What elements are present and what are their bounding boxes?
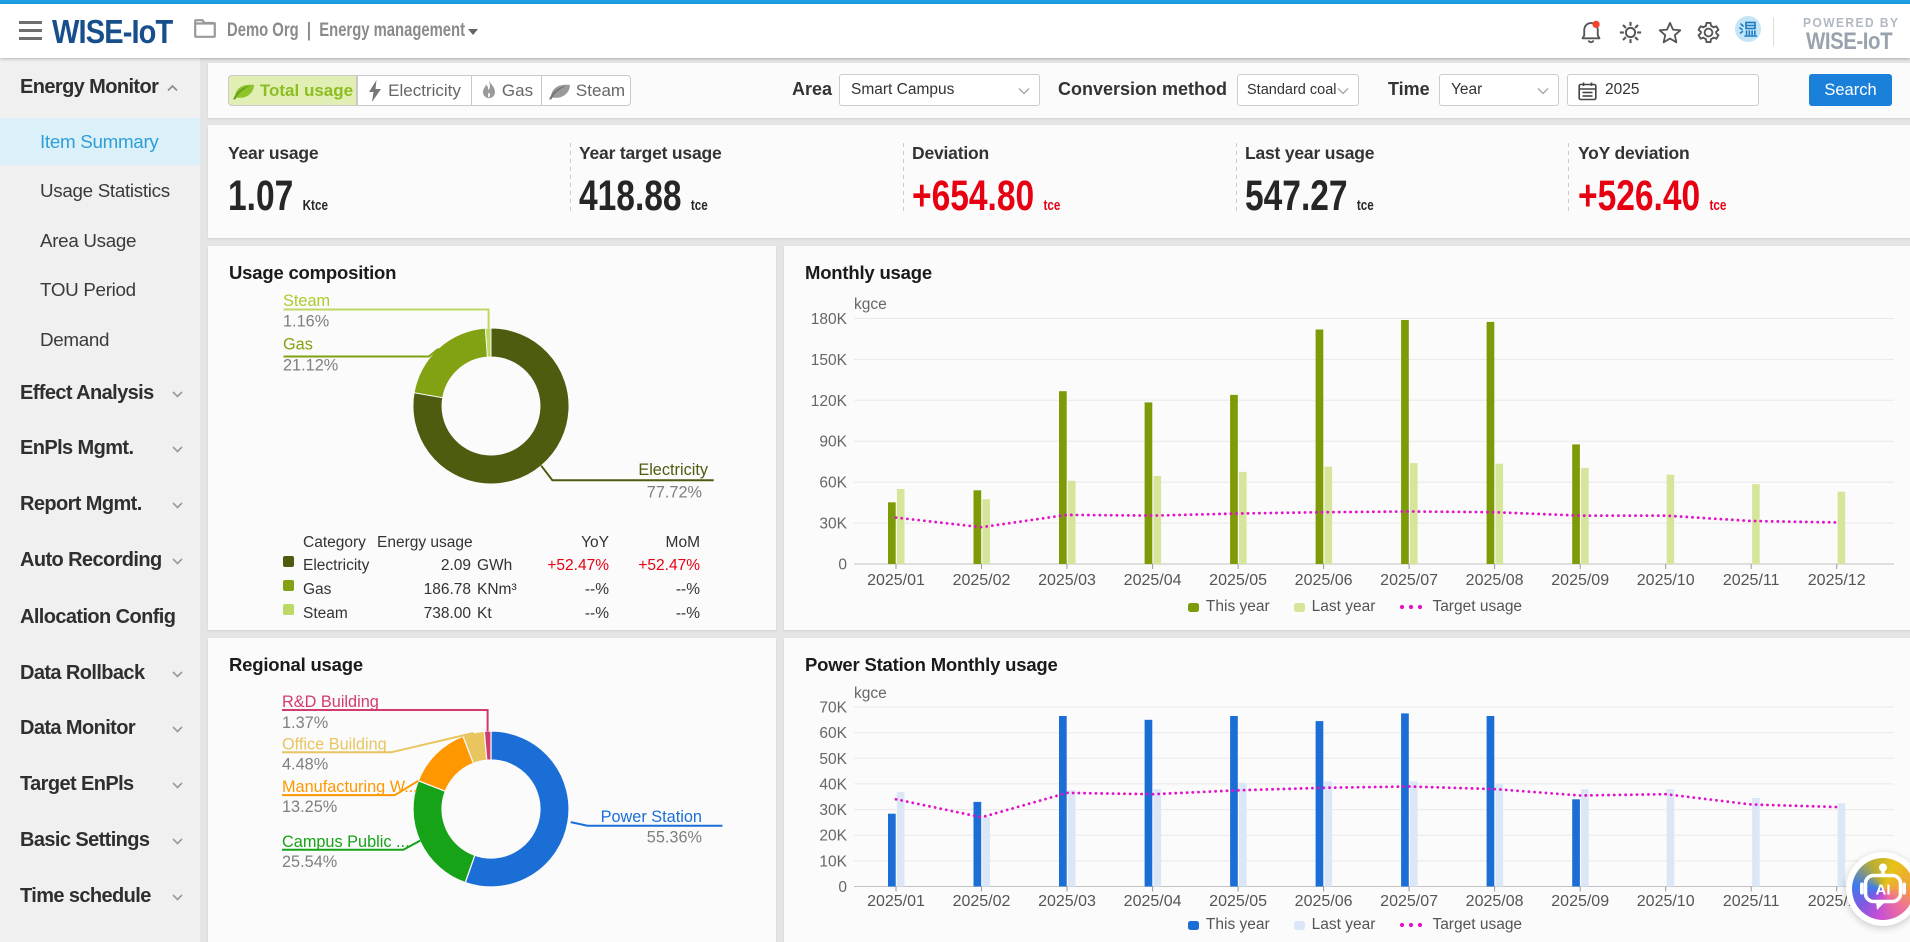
svg-text:4.48%: 4.48%	[282, 756, 328, 774]
svg-text:KNm³: KNm³	[477, 581, 517, 598]
svg-text:--%: --%	[585, 581, 609, 598]
svg-text:2025/04: 2025/04	[1124, 893, 1182, 910]
svg-text:30K: 30K	[819, 516, 847, 533]
svg-text:2025/03: 2025/03	[1038, 893, 1096, 910]
svg-text:YoY: YoY	[581, 534, 609, 551]
svg-text:--%: --%	[676, 581, 700, 598]
svg-text:2025/07: 2025/07	[1380, 893, 1438, 910]
svg-text:1.37%: 1.37%	[282, 714, 328, 732]
svg-text:2025/02: 2025/02	[953, 572, 1011, 589]
svg-text:25.54%: 25.54%	[282, 853, 337, 871]
svg-text:+52.47%: +52.47%	[638, 557, 700, 574]
svg-text:77.72%: 77.72%	[647, 484, 702, 502]
svg-text:2025/05: 2025/05	[1209, 893, 1267, 910]
svg-text:0: 0	[838, 879, 847, 896]
svg-text:2025/06: 2025/06	[1295, 572, 1353, 589]
svg-text:150K: 150K	[811, 352, 848, 369]
svg-text:GWh: GWh	[477, 557, 512, 574]
svg-text:2025/09: 2025/09	[1551, 572, 1609, 589]
svg-text:2025/10: 2025/10	[1637, 893, 1695, 910]
svg-text:738.00: 738.00	[424, 605, 472, 622]
svg-text:Steam: Steam	[283, 292, 330, 310]
svg-text:2025/12: 2025/12	[1808, 572, 1866, 589]
svg-text:2025/05: 2025/05	[1209, 572, 1267, 589]
svg-text:Gas: Gas	[303, 581, 332, 598]
svg-text:120K: 120K	[811, 393, 848, 410]
svg-text:21.12%: 21.12%	[283, 357, 338, 375]
svg-text:Power Station: Power Station	[601, 808, 702, 826]
svg-text:Campus Public ...: Campus Public ...	[282, 833, 410, 851]
svg-text:0: 0	[838, 557, 847, 574]
svg-text:2025/01: 2025/01	[867, 572, 925, 589]
svg-text:Office Building: Office Building	[282, 735, 387, 753]
svg-text:Manufacturing W...: Manufacturing W...	[282, 778, 418, 796]
svg-text:MoM: MoM	[666, 534, 700, 551]
svg-text:20K: 20K	[819, 828, 847, 845]
svg-text:2025/09: 2025/09	[1551, 893, 1609, 910]
svg-text:2025/04: 2025/04	[1124, 572, 1182, 589]
svg-text:R&D Building: R&D Building	[282, 693, 379, 711]
svg-text:Electricity: Electricity	[638, 461, 709, 479]
svg-text:kgce: kgce	[854, 685, 887, 702]
svg-text:Gas: Gas	[283, 336, 313, 354]
svg-text:40K: 40K	[819, 776, 847, 793]
svg-text:90K: 90K	[819, 434, 847, 451]
svg-text:13.25%: 13.25%	[282, 798, 337, 816]
svg-text:Energy usage: Energy usage	[377, 534, 473, 551]
svg-text:2025/10: 2025/10	[1637, 572, 1695, 589]
svg-text:Electricity: Electricity	[303, 557, 370, 574]
svg-text:Category: Category	[303, 534, 366, 551]
svg-text:50K: 50K	[819, 751, 847, 768]
svg-text:60K: 60K	[819, 475, 847, 492]
svg-text:186.78: 186.78	[424, 581, 471, 598]
svg-text:2025/11: 2025/11	[1723, 572, 1780, 589]
svg-text:2025/02: 2025/02	[953, 893, 1011, 910]
svg-text:2025/08: 2025/08	[1466, 893, 1524, 910]
svg-text:2025/01: 2025/01	[867, 893, 925, 910]
svg-text:+52.47%: +52.47%	[547, 557, 609, 574]
svg-text:2025/07: 2025/07	[1380, 572, 1438, 589]
svg-text:2025/11: 2025/11	[1723, 893, 1780, 910]
svg-text:30K: 30K	[819, 802, 847, 819]
svg-text:70K: 70K	[819, 700, 847, 717]
svg-text:2.09: 2.09	[441, 557, 471, 574]
svg-text:1.16%: 1.16%	[283, 313, 329, 331]
svg-text:2025/03: 2025/03	[1038, 572, 1096, 589]
svg-text:--%: --%	[676, 605, 700, 622]
svg-text:AI: AI	[1876, 882, 1891, 899]
svg-text:2025/08: 2025/08	[1466, 572, 1524, 589]
svg-text:55.36%: 55.36%	[647, 829, 702, 847]
svg-text:2025/06: 2025/06	[1295, 893, 1353, 910]
svg-text:Steam: Steam	[303, 605, 348, 622]
svg-text:kgce: kgce	[854, 296, 887, 313]
svg-text:Kt: Kt	[477, 605, 492, 622]
svg-text:--%: --%	[585, 605, 609, 622]
svg-text:180K: 180K	[811, 311, 848, 328]
svg-text:60K: 60K	[819, 725, 847, 742]
svg-text:10K: 10K	[819, 853, 847, 870]
